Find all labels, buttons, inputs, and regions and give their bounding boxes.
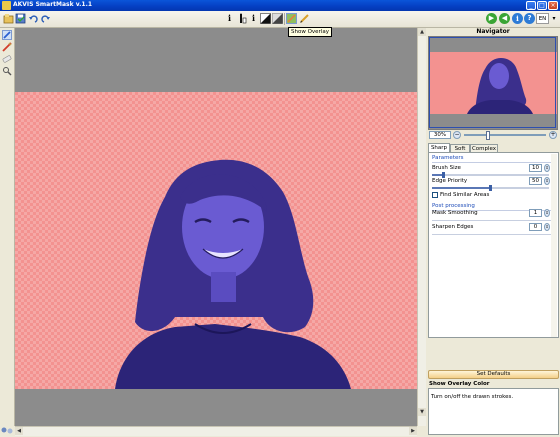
sharpen-edges-spinner-icon[interactable]: ⇕	[544, 223, 550, 231]
help-text: Turn on/off the drawn strokes.	[431, 394, 514, 400]
brush-size-spinner-icon[interactable]: ⇕	[544, 164, 550, 172]
settings-scrollbar[interactable]	[551, 154, 557, 337]
back-icon[interactable]: ◀	[499, 13, 510, 24]
photo-with-overlay[interactable]	[15, 92, 417, 389]
edge-priority-slider[interactable]	[432, 185, 549, 191]
redo-icon[interactable]	[40, 13, 51, 24]
window-title: AKVIS SmartMask v.1.1	[13, 1, 93, 8]
open-icon[interactable]	[3, 13, 14, 24]
zoom-field[interactable]: 30%	[429, 131, 451, 139]
zoom-controls: 30% − +	[426, 130, 560, 140]
keep-mask-icon[interactable]	[236, 13, 247, 24]
main-toolbar: i i ▶ ◀ i ? EN ▾	[0, 11, 560, 28]
save-icon[interactable]	[15, 13, 26, 24]
image-canvas[interactable]	[15, 28, 417, 426]
hand-icon[interactable]	[2, 66, 12, 76]
settings-panel: Parameters Brush Size 10 ⇕ Edge Priority…	[428, 152, 559, 338]
zoom-slider[interactable]	[464, 131, 546, 140]
navigator-title: Navigator	[476, 28, 510, 35]
zoom-slider-knob[interactable]	[486, 131, 490, 140]
tools-panel	[0, 28, 15, 426]
blue-pencil-icon[interactable]	[2, 30, 12, 40]
vertical-scrollbar[interactable]: ▲ ▼	[417, 28, 426, 426]
maximize-button[interactable]: □	[537, 1, 547, 10]
undo-icon[interactable]	[28, 13, 39, 24]
zoom-in-icon[interactable]: +	[549, 131, 557, 139]
help-title: Show Overlay Color	[429, 381, 490, 387]
help-box: Turn on/off the drawn strokes.	[428, 388, 559, 435]
edge-priority-knob[interactable]	[489, 185, 492, 191]
edge-priority-fill	[432, 187, 491, 189]
mask-mode-icon[interactable]	[260, 13, 271, 24]
portrait-image	[115, 159, 351, 389]
brush-size-slider[interactable]	[432, 172, 549, 178]
mask-smoothing-track	[432, 220, 552, 221]
red-pencil-icon[interactable]	[2, 42, 12, 52]
zoom-out-icon[interactable]: −	[453, 131, 461, 139]
chevron-down-icon[interactable]: ▾	[550, 13, 558, 24]
sharpen-edges-field[interactable]: 0	[529, 223, 542, 231]
mask-smoothing-spinner-icon[interactable]: ⇕	[544, 209, 550, 217]
edge-priority-field[interactable]: 50	[529, 177, 542, 185]
mask-smoothing-field[interactable]: 1	[529, 209, 542, 217]
remove-icon[interactable]: i	[248, 13, 259, 24]
title-bar: AKVIS SmartMask v.1.1 _ □ ×	[0, 0, 560, 11]
show-overlay-icon[interactable]	[286, 13, 297, 24]
scroll-up-icon[interactable]: ▲	[418, 28, 426, 36]
edge-priority-label: Edge Priority	[432, 178, 468, 184]
eraser-icon[interactable]	[2, 54, 12, 64]
post-processing-heading: Post processing	[432, 203, 475, 209]
set-defaults-button[interactable]: Set Defaults	[428, 370, 559, 379]
show-strokes-icon[interactable]	[299, 13, 310, 24]
find-similar-checkbox[interactable]	[432, 192, 438, 198]
app-icon	[2, 1, 11, 10]
background-mode-icon[interactable]	[272, 13, 283, 24]
navigator-thumbnail	[429, 37, 557, 128]
right-panel: Navigator 30% − + Sharp Soft Complex Par…	[426, 28, 560, 435]
scroll-down-icon[interactable]: ▼	[418, 408, 426, 416]
sharpen-edges-label: Sharpen Edges	[432, 224, 474, 230]
sharpen-edges-track	[432, 234, 552, 235]
language-button[interactable]: EN	[536, 13, 549, 24]
tab-soft[interactable]: Soft	[450, 144, 470, 152]
minimize-button[interactable]: _	[526, 1, 536, 10]
info-circle-icon[interactable]: i	[512, 13, 523, 24]
brush-size-field[interactable]: 10	[529, 164, 542, 172]
mask-smoothing-label: Mask Smoothing	[432, 210, 478, 216]
divider	[432, 162, 552, 163]
tab-complex[interactable]: Complex	[470, 144, 498, 152]
brush-size-label: Brush Size	[432, 165, 461, 171]
parameters-heading: Parameters	[432, 155, 464, 161]
scroll-left-icon[interactable]: ◀	[15, 427, 23, 435]
run-icon[interactable]: ▶	[486, 13, 497, 24]
toolbar-separator	[284, 13, 285, 25]
help-icon[interactable]: ?	[524, 13, 535, 24]
info-icon[interactable]: i	[224, 13, 235, 24]
tooltip: Show Overlay	[288, 27, 332, 37]
scroll-right-icon[interactable]: ▶	[409, 427, 417, 435]
find-similar-label: Find Similar Areas	[440, 192, 490, 198]
edge-priority-spinner-icon[interactable]: ⇕	[544, 177, 550, 185]
status-corner	[0, 426, 15, 435]
navigator-preview[interactable]	[428, 36, 558, 130]
close-button[interactable]: ×	[548, 1, 558, 10]
